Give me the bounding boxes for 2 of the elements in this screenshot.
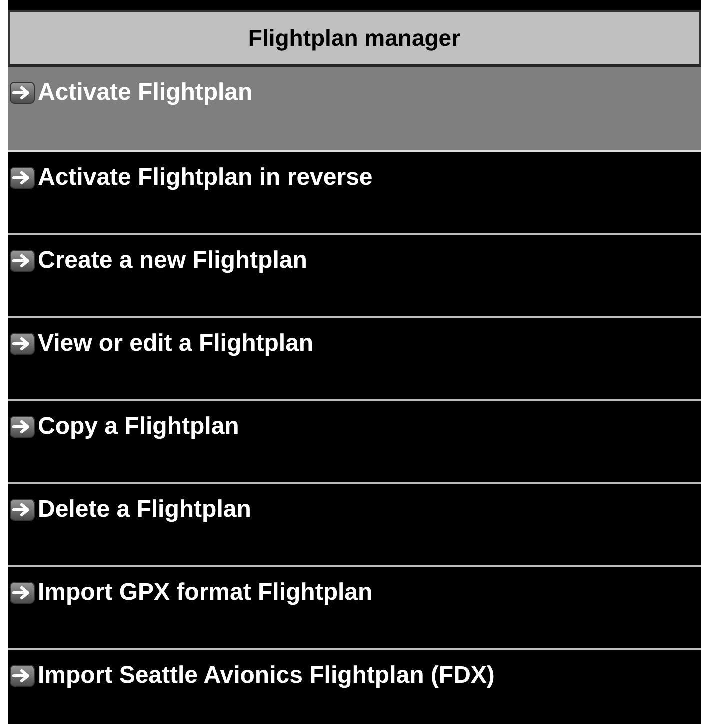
menu-item[interactable]: Activate Flightplan [8, 67, 701, 152]
window-title: Flightplan manager [248, 24, 461, 52]
